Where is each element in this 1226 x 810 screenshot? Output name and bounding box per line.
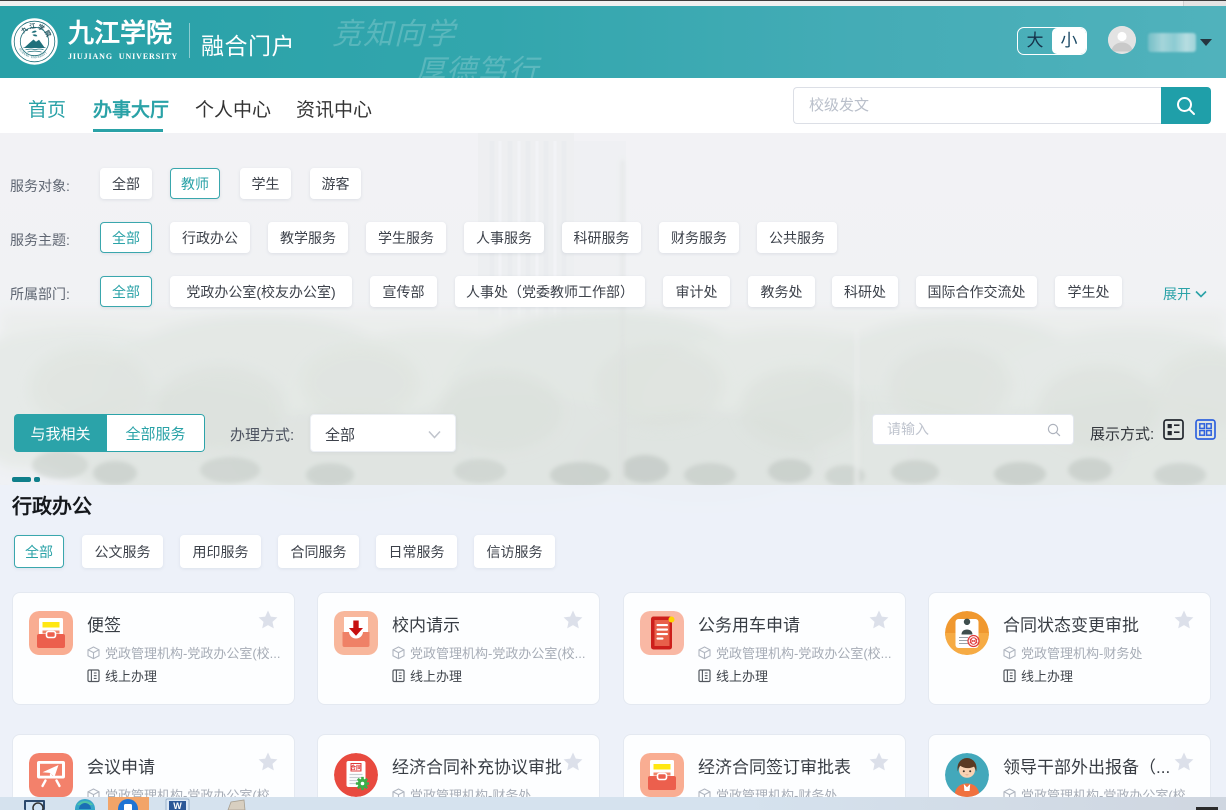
svg-text:W: W <box>173 801 182 810</box>
